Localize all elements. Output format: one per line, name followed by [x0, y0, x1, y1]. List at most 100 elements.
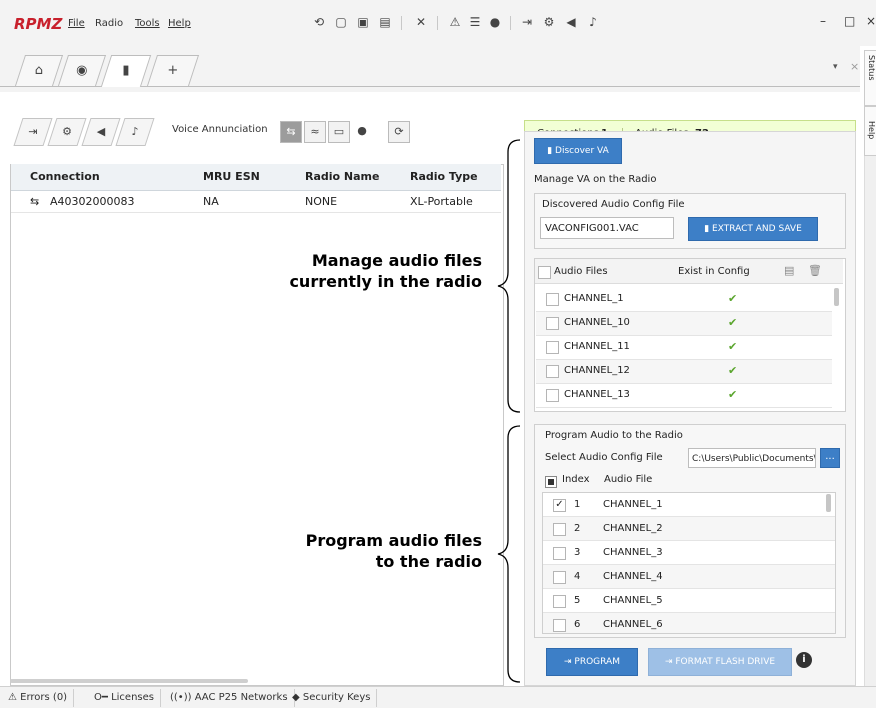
subtab-announce[interactable]: ◀ [81, 118, 121, 146]
list-item[interactable]: 3 CHANNEL_3 [543, 541, 835, 565]
format-icon: ⇥ [664, 657, 676, 667]
browse-button[interactable]: ... [820, 448, 840, 468]
list-item[interactable]: CHANNEL_10 ✔ [536, 312, 832, 336]
item-checkbox[interactable] [553, 595, 566, 608]
tab-home[interactable]: ⌂ [14, 55, 64, 86]
subtab-settings[interactable]: ⚙ [47, 118, 87, 146]
networks-tab[interactable]: ((•)) AAC P25 Networks [164, 689, 295, 707]
announce-icon[interactable]: ◀ [564, 15, 578, 29]
format-flash-drive-button[interactable]: ⇥ FORMAT FLASH DRIVE [648, 648, 792, 676]
item-checkbox[interactable] [553, 571, 566, 584]
discover-va-button[interactable]: ▮ Discover VA [534, 138, 622, 164]
subtab-voice-annunciation[interactable]: Voice Annunciation [172, 124, 268, 135]
music-icon[interactable]: ♪ [586, 15, 600, 29]
radio-icon: ▮ [122, 63, 130, 78]
menu-radio[interactable]: Radio [95, 18, 123, 29]
list-item[interactable]: CHANNEL_12 ✔ [536, 360, 832, 384]
info-icon[interactable]: i [796, 652, 812, 668]
status-side-tab[interactable]: Status [864, 50, 876, 106]
login-icon[interactable]: ⇥ [520, 15, 534, 29]
select-config-field[interactable]: C:\Users\Public\Documents\RPN [688, 448, 816, 468]
list-item[interactable]: CHANNEL_13 ✔ [536, 384, 832, 408]
server-icon[interactable]: ☰ [468, 15, 482, 29]
title-bar [0, 0, 876, 46]
list-item[interactable]: 2 CHANNEL_2 [543, 517, 835, 541]
save-all-icon[interactable]: ▤ [378, 15, 392, 29]
help-side-tab[interactable]: Help [864, 106, 876, 156]
tab-dropdown-icon[interactable]: ▾ [833, 62, 838, 72]
read-icon[interactable]: ▢ [334, 15, 348, 29]
music-icon: ♪ [131, 125, 139, 138]
serial-icon[interactable]: ▭ [328, 121, 350, 143]
cell-radio-type: XL-Portable [410, 195, 473, 208]
licenses-tab[interactable]: O━ Licenses [88, 689, 161, 707]
list-item[interactable]: 4 CHANNEL_4 [543, 565, 835, 589]
key-icon: O━ [94, 692, 112, 703]
list-item[interactable]: CHANNEL_11 ✔ [536, 336, 832, 360]
horizontal-scrollbar[interactable] [10, 679, 248, 683]
check-icon: ✔ [728, 388, 738, 401]
item-checkbox[interactable] [553, 619, 566, 632]
exist-in-config-header: Exist in Config [678, 266, 750, 277]
save-icon[interactable]: ▣ [356, 15, 370, 29]
globe-icon: ◉ [76, 63, 88, 78]
item-checkbox[interactable] [546, 317, 559, 330]
login-icon: ⇥ [28, 125, 38, 138]
usb-icon[interactable]: ⇆ [280, 121, 302, 143]
item-checkbox[interactable] [546, 293, 559, 306]
warning-icon[interactable]: ⚠ [448, 15, 462, 29]
select-all-program-checkbox[interactable] [545, 476, 557, 488]
connections-table [10, 164, 504, 686]
item-checkbox[interactable]: ✓ [553, 499, 566, 512]
discovered-config-label: Discovered Audio Config File [542, 199, 685, 210]
wifi-icon[interactable]: ≈ [304, 121, 326, 143]
check-icon: ✔ [728, 316, 738, 329]
list-item[interactable]: CHANNEL_1 ✔ [536, 288, 832, 312]
program-audio-title: Program Audio to the Radio [545, 430, 683, 441]
menu-tools[interactable]: Tools [135, 18, 160, 29]
settings-icon[interactable]: ⚙ [542, 15, 556, 29]
col-connection[interactable]: Connection [30, 164, 100, 190]
item-checkbox[interactable] [546, 389, 559, 402]
program-button[interactable]: ⇥ PROGRAM [546, 648, 638, 676]
info-icon[interactable]: ● [352, 121, 372, 141]
menu-file[interactable]: File [68, 18, 85, 29]
col-radio-type[interactable]: Radio Type [410, 164, 478, 190]
connect-icon[interactable]: ⟲ [312, 15, 326, 29]
extract-and-save-button[interactable]: ▮ EXTRACT AND SAVE [688, 217, 818, 241]
list-item[interactable]: ✓ 1 CHANNEL_1 [543, 493, 835, 517]
tools-icon[interactable]: ✕ [414, 15, 428, 29]
item-checkbox[interactable] [553, 523, 566, 536]
export-icon[interactable]: ▤ [784, 264, 794, 277]
audio-files-scrollbar[interactable] [834, 288, 839, 306]
errors-tab[interactable]: ⚠ Errors (0) [2, 689, 75, 707]
globe-icon[interactable]: ● [488, 15, 502, 29]
menu-help[interactable]: Help [168, 18, 191, 29]
item-checkbox[interactable] [546, 341, 559, 354]
tab-close-icon[interactable]: × [850, 60, 859, 73]
select-config-label: Select Audio Config File [545, 452, 663, 463]
list-item[interactable]: 6 CHANNEL_6 [543, 613, 835, 633]
program-list-scrollbar[interactable] [826, 494, 831, 512]
subtab-music[interactable]: ♪ [115, 118, 155, 146]
tab-add[interactable]: + [146, 55, 200, 86]
discovered-config-field[interactable]: VACONFIG001.VAC [540, 217, 674, 239]
list-item[interactable]: 5 CHANNEL_5 [543, 589, 835, 613]
toolbar-separator [437, 16, 438, 30]
extract-icon: ▮ [704, 224, 713, 234]
subtab-login[interactable]: ⇥ [13, 118, 53, 146]
item-checkbox[interactable] [553, 547, 566, 560]
tab-radio[interactable]: ▮ [100, 55, 152, 87]
close-button[interactable]: × [866, 14, 876, 28]
refresh-icon[interactable]: ⟳ [388, 121, 410, 143]
item-checkbox[interactable] [546, 365, 559, 378]
col-radio-name[interactable]: Radio Name [305, 164, 379, 190]
tab-network[interactable]: ◉ [57, 55, 107, 86]
minimize-button[interactable]: – [820, 14, 826, 28]
security-keys-tab[interactable]: ◆ Security Keys [286, 689, 378, 707]
maximize-button[interactable]: □ [844, 14, 855, 28]
delete-icon[interactable]: 🗑 [808, 264, 822, 277]
usb-icon: ⇆ [30, 195, 40, 208]
col-mru-esn[interactable]: MRU ESN [203, 164, 260, 190]
select-all-checkbox[interactable] [538, 266, 551, 279]
